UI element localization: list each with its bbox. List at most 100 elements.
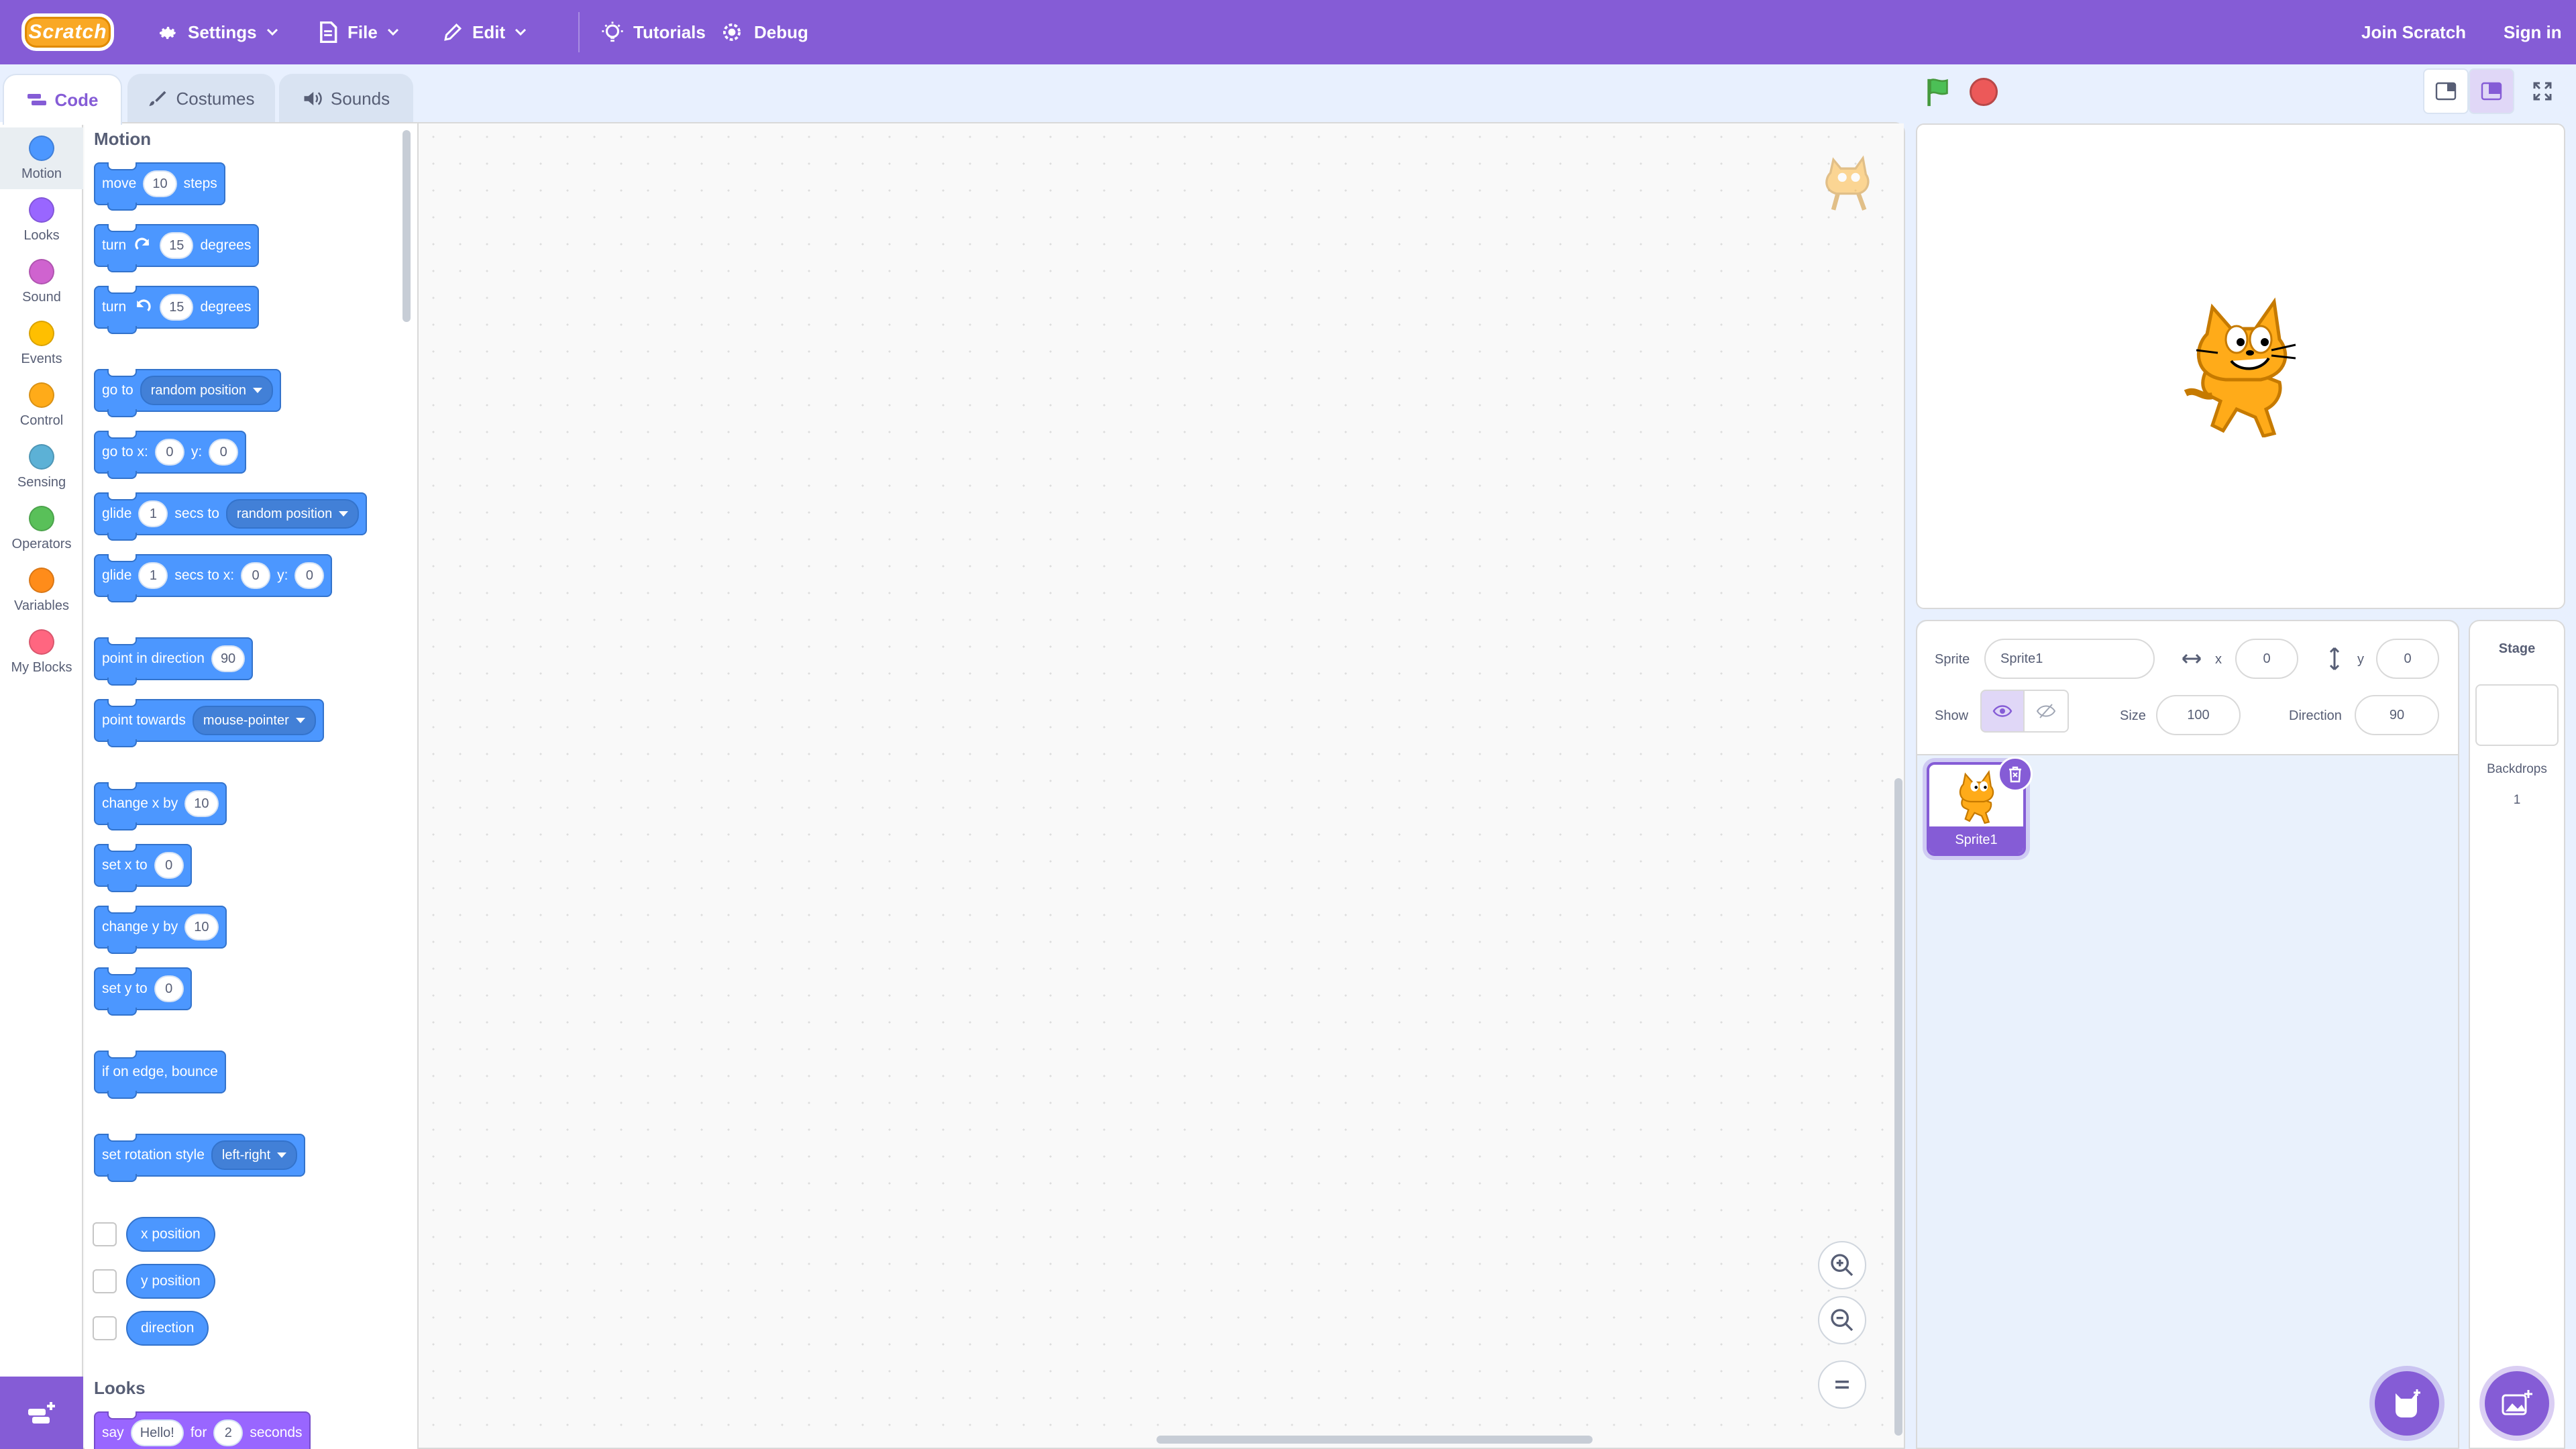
tab-sounds[interactable]: Sounds xyxy=(279,74,413,122)
fullscreen-button[interactable] xyxy=(2520,68,2565,114)
block-input[interactable]: 10 xyxy=(184,790,219,817)
y-field[interactable]: 0 xyxy=(2376,639,2439,679)
add-extension-icon xyxy=(28,1402,55,1424)
choose-sprite-button[interactable] xyxy=(2375,1371,2439,1436)
sprite-cat[interactable] xyxy=(2178,294,2312,437)
category-motion[interactable]: Motion xyxy=(0,127,83,189)
block-move-steps[interactable]: move 10 steps xyxy=(94,162,225,211)
block-input[interactable]: 2 xyxy=(213,1419,244,1446)
direction-checkbox[interactable] xyxy=(93,1316,117,1340)
size-field[interactable]: 100 xyxy=(2156,695,2241,735)
block-go-to[interactable]: go to random position xyxy=(94,369,282,417)
category-variables[interactable]: Variables xyxy=(0,559,83,621)
block-input[interactable]: 1 xyxy=(138,562,168,589)
zoom-in-icon xyxy=(1831,1254,1854,1277)
block-point-in-direction[interactable]: point in direction 90 xyxy=(94,637,254,686)
category-sensing[interactable]: Sensing xyxy=(0,436,83,498)
block-dropdown[interactable]: random position xyxy=(140,376,274,405)
settings-label: Settings xyxy=(188,21,257,42)
stage-canvas[interactable] xyxy=(1916,123,2565,609)
reporter-x-position[interactable]: x position xyxy=(126,1217,215,1252)
block-input[interactable]: 15 xyxy=(160,232,194,259)
show-visible-button[interactable] xyxy=(1980,690,2025,733)
sprite-name-field[interactable]: Sprite1 xyxy=(1984,639,2155,679)
show-hidden-button[interactable] xyxy=(2025,690,2069,733)
category-events[interactable]: Events xyxy=(0,313,83,374)
block-say-for-secs[interactable]: say Hello! for 2 seconds xyxy=(94,1411,311,1449)
block-change-x[interactable]: change x by 10 xyxy=(94,782,227,830)
block-input-message[interactable]: Hello! xyxy=(130,1419,184,1446)
direction-field[interactable]: 90 xyxy=(2355,695,2439,735)
category-looks[interactable]: Looks xyxy=(0,189,83,251)
workspace-vertical-scrollbar[interactable] xyxy=(1894,778,1902,1436)
category-operators[interactable]: Operators xyxy=(0,498,83,559)
tab-costumes[interactable]: Costumes xyxy=(127,74,275,122)
menu-bar: Scratch Settings File Edit Tutorials Deb… xyxy=(0,0,2576,64)
block-dropdown[interactable]: mouse-pointer xyxy=(192,706,316,735)
block-input-y[interactable]: 0 xyxy=(209,439,239,466)
block-bounce[interactable]: if on edge, bounce xyxy=(94,1051,226,1099)
x-position-checkbox[interactable] xyxy=(93,1222,117,1246)
stage-target-pane[interactable]: Stage Backdrops 1 xyxy=(2469,620,2565,1449)
zoom-out-button[interactable] xyxy=(1818,1296,1866,1344)
stop-sign-icon[interactable] xyxy=(1970,78,1998,106)
zoom-reset-button[interactable] xyxy=(1818,1360,1866,1409)
script-workspace[interactable] xyxy=(420,123,1904,1448)
block-text: point towards xyxy=(102,712,186,728)
block-input[interactable]: 1 xyxy=(138,500,168,527)
x-field[interactable]: 0 xyxy=(2235,639,2298,679)
category-my-blocks[interactable]: My Blocks xyxy=(0,621,83,683)
category-control[interactable]: Control xyxy=(0,374,83,436)
block-glide-to-xy[interactable]: glide 1 secs to x: 0 y: 0 xyxy=(94,554,333,602)
choose-backdrop-button[interactable] xyxy=(2485,1371,2549,1436)
block-dropdown[interactable]: random position xyxy=(225,499,360,529)
dropdown-value: left-right xyxy=(221,1147,271,1163)
settings-menu[interactable]: Settings xyxy=(157,0,278,64)
debug-gear-icon xyxy=(723,23,741,41)
tutorials-button[interactable]: Tutorials xyxy=(601,0,706,64)
block-text: secs to xyxy=(174,506,219,521)
block-turn-left[interactable]: turn 15 degrees xyxy=(94,286,260,334)
block-set-x[interactable]: set x to 0 xyxy=(94,844,192,892)
tab-code[interactable]: Code xyxy=(3,74,122,125)
block-input[interactable]: 10 xyxy=(184,914,219,941)
block-input[interactable]: 10 xyxy=(143,170,177,197)
block-input[interactable]: 0 xyxy=(154,852,184,879)
join-scratch-link[interactable]: Join Scratch xyxy=(2361,0,2466,64)
block-text: for xyxy=(190,1425,207,1440)
add-extension-button[interactable] xyxy=(0,1377,83,1449)
sign-in-link[interactable]: Sign in xyxy=(2504,0,2562,64)
edit-menu[interactable]: Edit xyxy=(443,0,527,64)
block-dropdown[interactable]: left-right xyxy=(211,1140,298,1170)
small-stage-button[interactable] xyxy=(2423,68,2469,114)
category-dot xyxy=(29,197,54,223)
block-text: set rotation style xyxy=(102,1147,205,1163)
large-stage-button[interactable] xyxy=(2469,68,2514,114)
block-input-y[interactable]: 0 xyxy=(294,562,325,589)
block-input[interactable]: 0 xyxy=(154,975,184,1002)
y-position-checkbox[interactable] xyxy=(93,1269,117,1293)
block-glide-to[interactable]: glide 1 secs to random position xyxy=(94,492,368,541)
scratch-logo[interactable]: Scratch xyxy=(21,13,114,51)
palette-scrollbar[interactable] xyxy=(402,130,411,322)
reporter-direction[interactable]: direction xyxy=(126,1311,209,1346)
block-turn-right[interactable]: turn 15 degrees xyxy=(94,224,260,272)
workspace-horizontal-scrollbar[interactable] xyxy=(1157,1436,1593,1444)
block-set-y[interactable]: set y to 0 xyxy=(94,967,192,1016)
category-label: Variables xyxy=(14,598,69,613)
zoom-in-button[interactable] xyxy=(1818,1241,1866,1289)
block-set-rotation-style[interactable]: set rotation style left-right xyxy=(94,1134,306,1182)
block-input[interactable]: 90 xyxy=(211,645,246,672)
block-input-x[interactable]: 0 xyxy=(154,439,184,466)
delete-sprite-button[interactable] xyxy=(1998,757,2033,792)
reporter-y-position[interactable]: y position xyxy=(126,1264,215,1299)
block-input-x[interactable]: 0 xyxy=(241,562,271,589)
file-menu[interactable]: File xyxy=(318,0,399,64)
category-sound[interactable]: Sound xyxy=(0,251,83,313)
debug-button[interactable]: Debug xyxy=(719,0,808,64)
block-go-to-xy[interactable]: go to x: 0 y: 0 xyxy=(94,431,247,479)
block-point-towards[interactable]: point towards mouse-pointer xyxy=(94,699,324,747)
block-change-y[interactable]: change y by 10 xyxy=(94,906,227,954)
block-input[interactable]: 15 xyxy=(160,294,194,321)
green-flag-icon[interactable] xyxy=(1923,76,1953,107)
